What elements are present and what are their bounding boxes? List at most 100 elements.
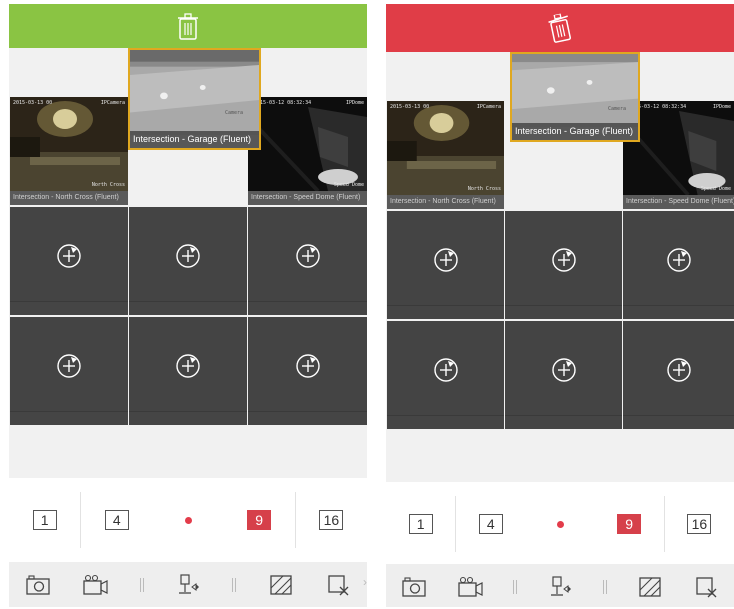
layout-1-button[interactable]: 1 xyxy=(9,490,80,550)
video-caption: Intersection - Garage (Fluent) xyxy=(512,123,638,140)
video-caption: Intersection - Speed Dome (Fluent) xyxy=(623,195,734,209)
video-caption: Intersection - Speed Dome (Fluent) xyxy=(248,191,367,205)
add-circle-icon xyxy=(433,247,458,272)
video-grid: 2015-03-13 00 IPCamera North Cross Inter… xyxy=(386,52,734,482)
osd-name: Speed Dome xyxy=(333,182,364,188)
layout-16-button[interactable]: 16 xyxy=(665,494,734,554)
toolbar-separator xyxy=(232,577,237,592)
empty-video-cell[interactable] xyxy=(248,317,367,425)
camera-icon[interactable] xyxy=(25,574,51,596)
layout-9-button[interactable]: 9 xyxy=(595,494,664,554)
empty-video-cell[interactable] xyxy=(387,211,504,319)
osd-name: Speed Dome xyxy=(700,186,731,192)
left-screen: 2015-03-13 00 IPCamera North Cross Inter… xyxy=(9,4,367,607)
add-circle-icon xyxy=(176,353,200,378)
empty-video-cell[interactable] xyxy=(248,207,367,315)
layout-9-button[interactable]: 9 xyxy=(224,490,295,550)
video-feed: 2015-03-13 00 IPCamera North Cross xyxy=(387,101,504,195)
video-cell-north-cross[interactable]: 2015-03-13 00 IPCamera North Cross Inter… xyxy=(10,97,128,205)
layout-4-button[interactable]: 4 xyxy=(81,490,152,550)
cell-caption-strip xyxy=(505,305,622,319)
add-circle-icon xyxy=(57,243,81,268)
add-circle-icon xyxy=(551,357,576,382)
empty-video-cell[interactable] xyxy=(387,321,504,429)
empty-video-cell[interactable] xyxy=(505,321,622,429)
layout-9-label: 9 xyxy=(247,510,272,530)
page-indicator xyxy=(152,490,223,550)
layout-9-label: 9 xyxy=(617,514,642,534)
toolbar xyxy=(386,564,734,607)
osd-name: North Cross xyxy=(467,186,501,192)
layout-selector: 1 4 9 16 xyxy=(9,478,367,562)
ptz-icon[interactable] xyxy=(175,573,201,596)
empty-video-cell[interactable] xyxy=(129,317,247,425)
empty-video-cell[interactable] xyxy=(505,211,622,319)
dragged-video-cell-garage[interactable]: Camera Intersection - Garage (Fluent) xyxy=(510,52,640,142)
video-caption: Intersection - Garage (Fluent) xyxy=(130,131,259,148)
close-window-icon[interactable] xyxy=(325,574,351,596)
add-circle-icon xyxy=(295,353,320,378)
empty-video-cell[interactable] xyxy=(623,211,734,319)
add-circle-icon xyxy=(57,353,81,378)
toolbar-separator xyxy=(513,579,517,594)
osd-channel: IPCamera xyxy=(476,104,501,110)
video-feed xyxy=(512,54,638,127)
empty-video-cell[interactable] xyxy=(623,321,734,429)
add-circle-icon xyxy=(666,357,691,382)
right-screen: 2015-03-13 00 IPCamera North Cross Inter… xyxy=(386,4,734,607)
toolbar xyxy=(9,562,367,607)
video-feed: 2015-03-13 00 IPCamera North Cross xyxy=(10,97,128,191)
dragged-video-cell-garage[interactable]: Camera Intersection - Garage (Fluent) xyxy=(128,48,261,150)
layout-1-label: 1 xyxy=(32,510,57,530)
osd-channel: IPCamera xyxy=(100,100,125,106)
trash-drop-zone[interactable] xyxy=(9,4,367,48)
osd-timestamp: 2015-03-12 08:32:34 xyxy=(254,100,312,106)
image-adjust-icon[interactable] xyxy=(268,574,294,596)
video-grid: 2015-03-13 00 IPCamera North Cross Inter… xyxy=(9,48,367,478)
add-circle-icon xyxy=(551,247,576,272)
cell-caption-strip xyxy=(387,415,504,429)
page-dot xyxy=(556,520,564,528)
empty-video-cell[interactable] xyxy=(10,207,128,315)
video-record-icon[interactable] xyxy=(82,574,108,596)
layout-4-label: 4 xyxy=(478,514,503,534)
osd-timestamp: 2015-03-13 00 xyxy=(13,100,53,106)
page-dot xyxy=(184,516,192,524)
empty-video-cell[interactable] xyxy=(129,207,247,315)
cell-caption-strip xyxy=(10,411,128,425)
cell-caption-strip xyxy=(129,301,247,315)
cell-caption-strip xyxy=(248,301,367,315)
add-circle-icon xyxy=(176,243,200,268)
layout-16-button[interactable]: 16 xyxy=(296,490,367,550)
cell-caption-strip xyxy=(623,415,734,429)
trash-icon xyxy=(178,13,198,40)
close-window-icon[interactable] xyxy=(693,576,719,598)
trash-drop-zone[interactable] xyxy=(386,4,734,52)
toolbar-separator xyxy=(603,579,607,594)
image-adjust-icon[interactable] xyxy=(637,576,663,598)
empty-video-cell[interactable] xyxy=(10,317,128,425)
cell-caption-strip xyxy=(129,411,247,425)
cell-caption-strip xyxy=(248,411,367,425)
ptz-icon[interactable] xyxy=(547,575,573,598)
layout-1-button[interactable]: 1 xyxy=(386,494,455,554)
video-cell-speed-dome[interactable]: 2015-03-12 08:32:34 IPDome Speed Dome In… xyxy=(248,97,367,205)
layout-4-button[interactable]: 4 xyxy=(456,494,525,554)
more-arrow-icon[interactable]: › xyxy=(363,575,367,589)
video-feed: 2015-03-12 08:32:34 IPDome Speed Dome xyxy=(248,97,367,191)
video-cell-north-cross[interactable]: 2015-03-13 00 IPCamera North Cross Inter… xyxy=(387,101,504,209)
cell-caption-strip xyxy=(10,301,128,315)
camera-icon[interactable] xyxy=(401,576,427,598)
cell-caption-strip xyxy=(505,415,622,429)
trash-icon xyxy=(548,12,571,43)
osd-name: North Cross xyxy=(91,182,125,188)
layout-1-label: 1 xyxy=(408,514,433,534)
osd-channel: Camera xyxy=(607,106,626,112)
cell-caption-strip xyxy=(623,305,734,319)
layout-selector: 1 4 9 16 xyxy=(386,482,734,566)
cell-caption-strip xyxy=(387,305,504,319)
video-record-icon[interactable] xyxy=(457,576,483,598)
osd-channel: IPDome xyxy=(712,104,731,110)
osd-channel: Camera xyxy=(224,110,243,116)
osd-timestamp: 2015-03-13 00 xyxy=(390,104,430,110)
